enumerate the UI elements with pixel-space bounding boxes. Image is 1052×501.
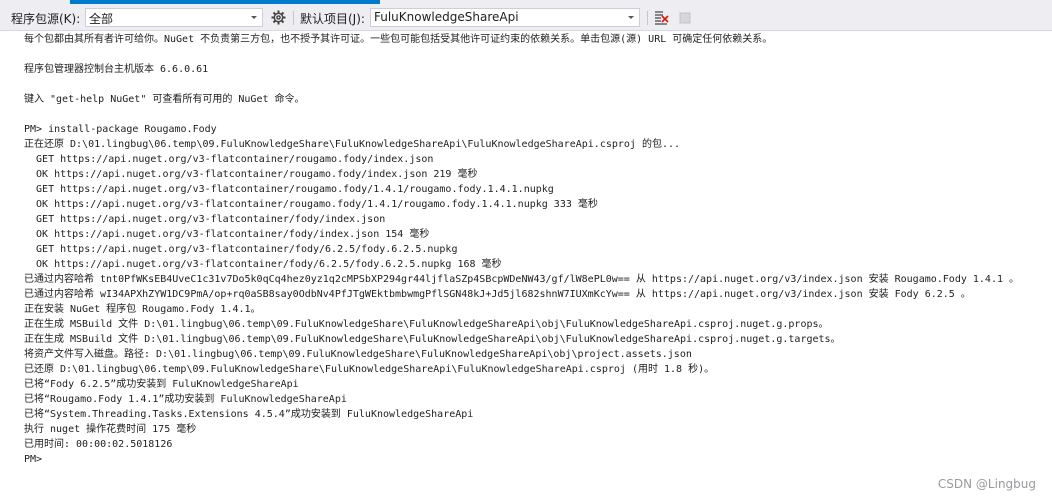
console-line: 程序包管理器控制台主机版本 6.6.0.61 [24, 64, 209, 75]
console-line: OK https://api.nuget.org/v3-flatcontaine… [24, 259, 502, 270]
console-line: 每个包都由其所有者许可给你。NuGet 不负责第三方包，也不授予其许可证。一些包… [24, 34, 773, 45]
watermark: CSDN @Lingbug [937, 477, 1036, 491]
toolbar-separator [647, 11, 648, 25]
console-line: 正在生成 MSBuild 文件 D:\01.lingbug\06.temp\09… [24, 334, 841, 345]
default-project-label: 默认项目(J): [300, 12, 365, 26]
console-line: OK https://api.nuget.org/v3-flatcontaine… [24, 169, 478, 180]
console-line: 将资产文件写入磁盘。路径: D:\01.lingbug\06.temp\09.F… [24, 349, 692, 360]
chevron-down-icon [625, 9, 637, 26]
console-line: 已通过内容哈希 wI34APXhZYW1DC9PmA/op+rq0aSB8say… [24, 289, 971, 300]
console-line: 已将“System.Threading.Tasks.Extensions 4.5… [24, 409, 474, 420]
package-source-label: 程序包源(K): [11, 12, 81, 26]
package-manager-console-window: 程序包源(K): 全部 默认项目(J): FuluKnowledgeShareA… [0, 0, 1052, 501]
console-line: 键入 "get-help NuGet" 可查看所有可用的 NuGet 命令。 [24, 94, 305, 105]
console-line: 正在安装 NuGet 程序包 Rougamo.Fody 1.4.1。 [24, 304, 261, 315]
console-line: 正在还原 D:\01.lingbug\06.temp\09.FuluKnowle… [24, 139, 681, 150]
console-line: 执行 nuget 操作花费时间 175 毫秒 [24, 424, 197, 435]
default-project-value: FuluKnowledgeShareApi [374, 10, 519, 24]
console-prompt: PM> [24, 454, 43, 465]
console-line: OK https://api.nuget.org/v3-flatcontaine… [24, 229, 430, 240]
package-source-value: 全部 [89, 12, 114, 26]
console-output[interactable]: 每个包都由其所有者许可给你。NuGet 不负责第三方包，也不授予其许可证。一些包… [0, 31, 1052, 501]
console-line: OK https://api.nuget.org/v3-flatcontaine… [24, 199, 598, 210]
console-line: 已还原 D:\01.lingbug\06.temp\09.FuluKnowled… [24, 364, 715, 375]
console-line: PM> install-package Rougamo.Fody [24, 124, 217, 135]
console-line: GET https://api.nuget.org/v3-flatcontain… [24, 214, 386, 225]
package-source-dropdown[interactable]: 全部 [85, 8, 263, 27]
gear-icon[interactable] [270, 9, 287, 26]
stop-icon[interactable] [677, 9, 694, 26]
console-line: GET https://api.nuget.org/v3-flatcontain… [24, 184, 554, 195]
console-line: 已将“Fody 6.2.5”成功安装到 FuluKnowledgeShareAp… [24, 379, 299, 390]
default-project-dropdown[interactable]: FuluKnowledgeShareApi [370, 8, 640, 27]
clear-console-icon[interactable] [653, 9, 670, 26]
console-line: 已通过内容哈希 tnt0PfWKsEB4UveC1c31v7Do5k0qCq4h… [24, 274, 1020, 285]
console-line: 已用时间: 00:00:02.5018126 [24, 439, 173, 450]
console-line: 已将“Rougamo.Fody 1.4.1”成功安装到 FuluKnowledg… [24, 394, 347, 405]
chevron-down-icon [248, 9, 260, 26]
console-line: GET https://api.nuget.org/v3-flatcontain… [24, 154, 434, 165]
console-toolbar: 程序包源(K): 全部 默认项目(J): FuluKnowledgeShareA… [0, 4, 1052, 31]
console-line: GET https://api.nuget.org/v3-flatcontain… [24, 244, 458, 255]
console-line: 正在生成 MSBuild 文件 D:\01.lingbug\06.temp\09… [24, 319, 829, 330]
toolbar-separator [293, 11, 294, 25]
